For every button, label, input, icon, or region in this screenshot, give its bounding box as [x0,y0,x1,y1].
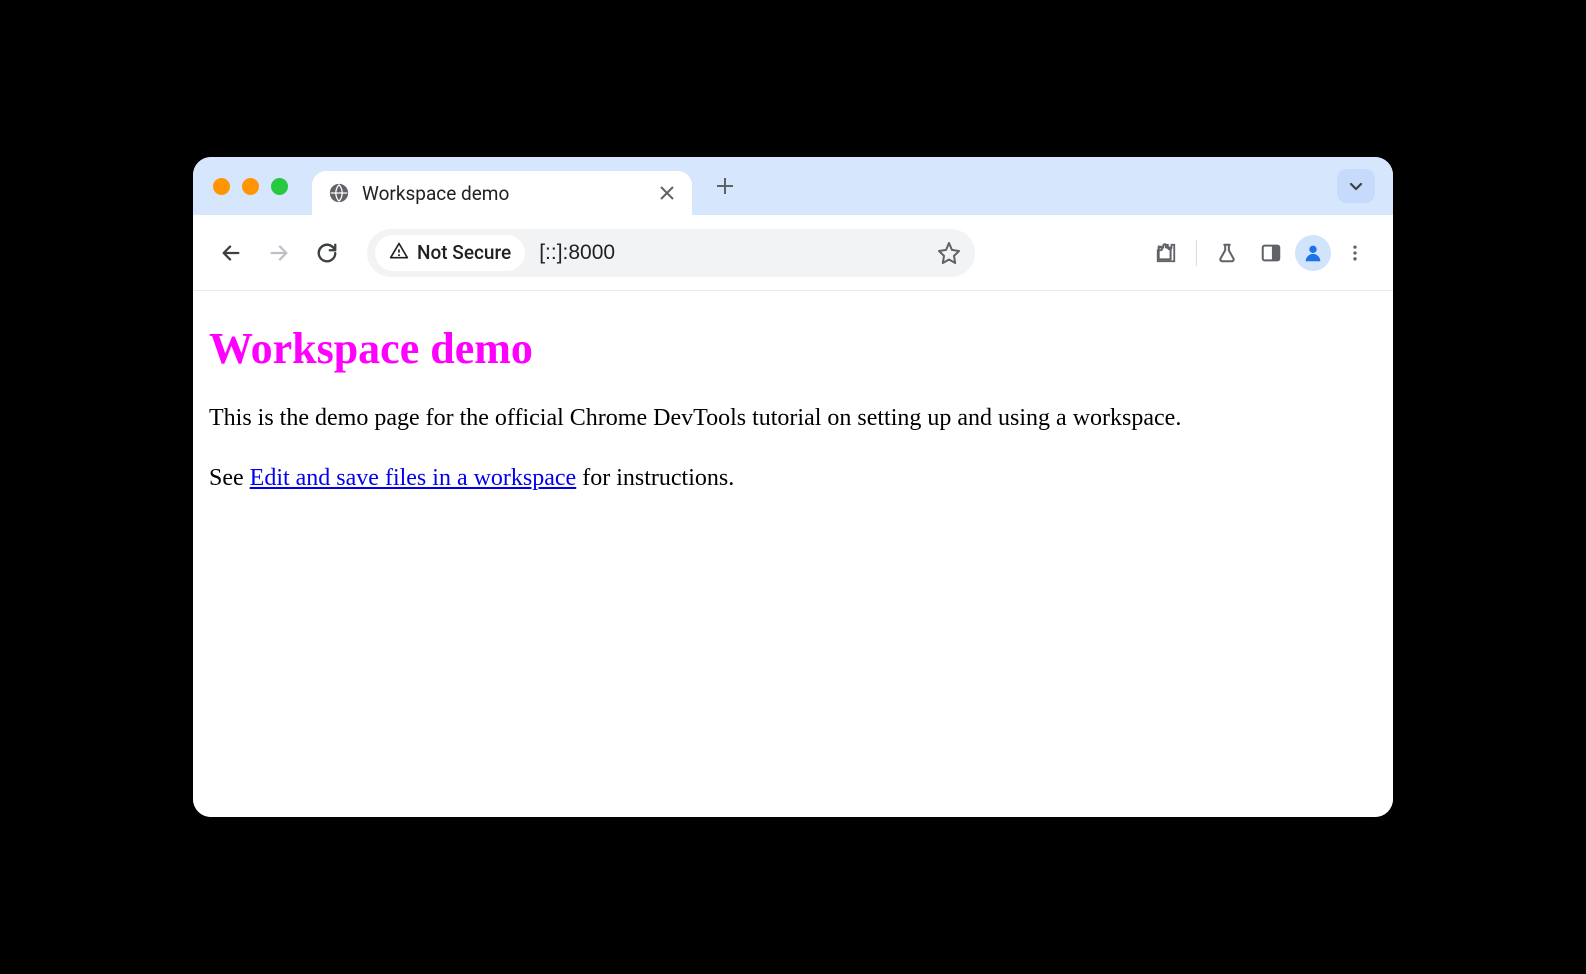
browser-toolbar: Not Secure [::]:8000 [193,215,1393,291]
window-close-button[interactable] [213,178,230,195]
tab-title: Workspace demo [362,182,646,205]
tab-strip: Workspace demo [193,157,1393,215]
forward-button[interactable] [259,233,299,273]
tabs-dropdown-button[interactable] [1337,169,1375,203]
browser-tab[interactable]: Workspace demo [312,171,692,215]
address-bar[interactable]: Not Secure [::]:8000 [367,229,975,277]
page-content: Workspace demo This is the demo page for… [193,291,1393,817]
side-panel-button[interactable] [1251,233,1291,273]
tutorial-link[interactable]: Edit and save files in a workspace [250,465,577,491]
browser-window: Workspace demo [193,157,1393,817]
extensions-button[interactable] [1146,233,1186,273]
security-indicator[interactable]: Not Secure [375,235,525,271]
menu-button[interactable] [1335,233,1375,273]
globe-icon [328,182,350,204]
reload-button[interactable] [307,233,347,273]
security-label: Not Secure [417,241,511,264]
close-tab-button[interactable] [658,184,676,202]
window-maximize-button[interactable] [271,178,288,195]
toolbar-actions [1146,233,1375,273]
labs-button[interactable] [1207,233,1247,273]
window-controls [213,178,288,195]
toolbar-divider [1196,240,1197,266]
window-minimize-button[interactable] [242,178,259,195]
bookmark-button[interactable] [931,235,967,271]
back-button[interactable] [211,233,251,273]
page-paragraph-1: This is the demo page for the official C… [209,402,1377,436]
new-tab-button[interactable] [708,169,742,203]
paragraph-prefix: See [209,465,250,491]
paragraph-suffix: for instructions. [576,465,734,491]
warning-icon [389,241,409,265]
page-paragraph-2: See Edit and save files in a workspace f… [209,462,1377,496]
profile-button[interactable] [1295,235,1331,271]
page-heading: Workspace demo [209,323,1377,374]
url-text: [::]:8000 [539,241,931,265]
